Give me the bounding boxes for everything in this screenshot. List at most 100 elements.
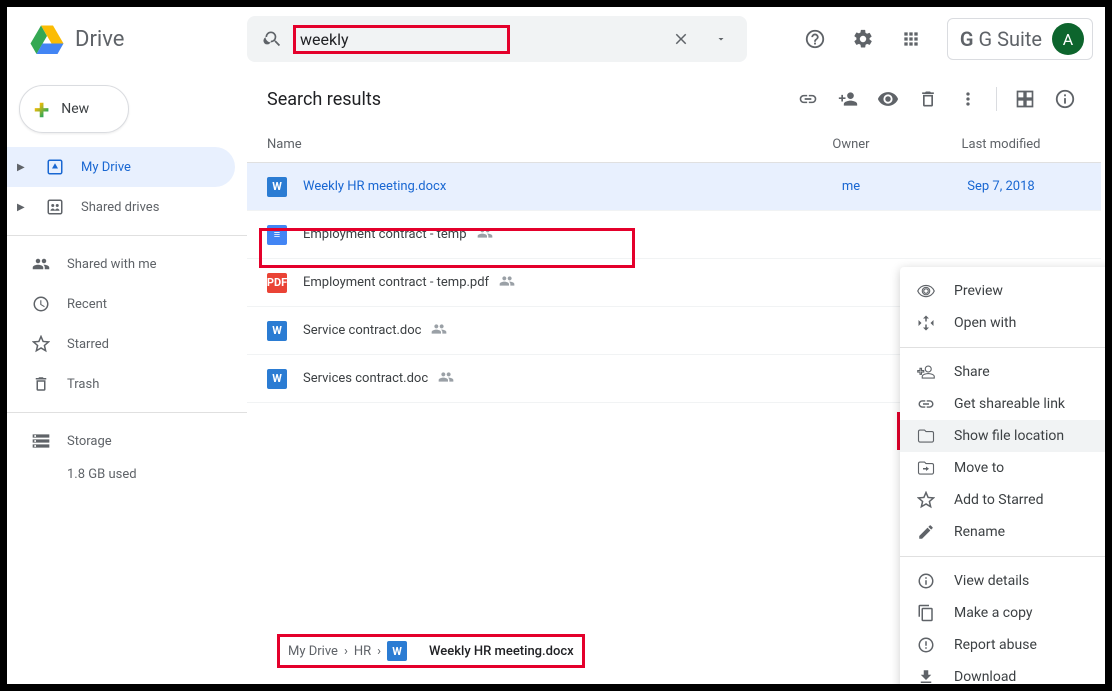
share-icon[interactable]: [828, 79, 868, 119]
menu-item-report-abuse[interactable]: Report abuse: [900, 629, 1105, 661]
sidebar-item-trash[interactable]: Trash: [7, 364, 235, 404]
menu-item-get-shareable-link[interactable]: Get shareable link: [900, 388, 1105, 420]
file-name: Weekly HR meeting.docx: [303, 179, 446, 194]
file-type-icon: W: [267, 369, 287, 389]
info-icon: [916, 571, 936, 591]
sidebar-item-my-drive[interactable]: ▶ My Drive: [7, 147, 235, 187]
file-row[interactable]: W Weekly HR meeting.docx meSep 7, 2018: [247, 163, 1101, 211]
menu-item-share[interactable]: Share: [900, 356, 1105, 388]
nav-label: Trash: [67, 377, 99, 392]
breadcrumb-folder[interactable]: HR: [354, 644, 371, 659]
app-name: Drive: [75, 27, 124, 52]
delete-icon[interactable]: [908, 79, 948, 119]
menu-label: Report abuse: [954, 637, 1037, 653]
drive-icon: [45, 157, 65, 177]
menu-item-make-a-copy[interactable]: Make a copy: [900, 597, 1105, 629]
search-options-icon[interactable]: [701, 19, 741, 59]
gsuite-badge[interactable]: G G Suite A: [947, 18, 1093, 60]
caret-icon: ▶: [17, 162, 29, 173]
search-bar[interactable]: [247, 16, 747, 62]
personadd-icon: [916, 362, 936, 382]
nav-label: Starred: [67, 337, 109, 352]
file-modified: Sep 7, 2018: [921, 179, 1081, 194]
menu-item-add-to-starred[interactable]: Add to Starred: [900, 484, 1105, 516]
menu-item-open-with[interactable]: Open with›: [900, 307, 1105, 339]
storage-used: 1.8 GB used: [7, 467, 247, 482]
link-icon: [916, 394, 936, 414]
sidebar-item-shared-with-me[interactable]: Shared with me: [7, 244, 235, 284]
sidebar-item-starred[interactable]: Starred: [7, 324, 235, 364]
caret-icon: ▶: [17, 202, 29, 213]
chevron-right-icon: ›: [377, 644, 381, 659]
col-header-owner[interactable]: Owner: [781, 137, 921, 152]
grid-view-icon[interactable]: [1005, 79, 1045, 119]
star-icon: [916, 490, 936, 510]
file-row[interactable]: ≡ Employment contract - temp: [247, 211, 1101, 259]
folder-icon: [916, 426, 936, 446]
trash-icon: [31, 374, 51, 394]
word-file-icon: W: [387, 641, 407, 661]
nav-label: My Drive: [81, 160, 131, 175]
chevron-right-icon: ›: [344, 644, 348, 659]
breadcrumb: My Drive › HR › W Weekly HR meeting.docx: [267, 628, 595, 674]
nav-label: Shared drives: [81, 200, 159, 215]
logo-area[interactable]: Drive: [19, 19, 239, 59]
new-button[interactable]: +New: [19, 85, 129, 133]
sidebar-item-recent[interactable]: Recent: [7, 284, 235, 324]
menu-item-download[interactable]: Download: [900, 661, 1105, 684]
storage-label: Storage: [67, 434, 112, 449]
menu-label: Get shareable link: [954, 396, 1065, 412]
menu-label: Make a copy: [954, 605, 1033, 621]
shared-icon: [438, 369, 454, 389]
report-icon: [916, 635, 936, 655]
file-owner: me: [781, 179, 921, 194]
context-menu: Preview Open with› Share Get shareable link…: [900, 267, 1105, 684]
shared-drive-icon: [45, 197, 65, 217]
eye-icon: [916, 281, 936, 301]
col-header-mod[interactable]: Last modified: [921, 137, 1081, 152]
menu-label: Download: [954, 669, 1016, 684]
menu-item-view-details[interactable]: View details: [900, 565, 1105, 597]
shared-icon: [477, 225, 493, 245]
settings-icon[interactable]: [843, 19, 883, 59]
menu-item-move-to[interactable]: Move to: [900, 452, 1105, 484]
drive-logo-icon: [27, 19, 67, 59]
apps-icon[interactable]: [891, 19, 931, 59]
menu-item-show-file-location[interactable]: Show file location: [900, 420, 1105, 452]
clock-icon: [31, 294, 51, 314]
file-type-icon: ≡: [267, 225, 287, 245]
file-name: Service contract.doc: [303, 323, 421, 338]
menu-label: Share: [954, 364, 990, 380]
menu-item-rename[interactable]: Rename: [900, 516, 1105, 548]
storage-icon: [31, 431, 51, 451]
info-icon[interactable]: [1045, 79, 1085, 119]
copy-icon: [916, 603, 936, 623]
search-input[interactable]: [300, 30, 503, 49]
file-type-icon: W: [267, 321, 287, 341]
plus-icon: +: [34, 93, 49, 126]
col-header-name[interactable]: Name: [267, 137, 781, 152]
help-icon[interactable]: [795, 19, 835, 59]
search-icon: [253, 19, 293, 59]
file-type-icon: W: [267, 177, 287, 197]
menu-label: Open with: [954, 315, 1016, 331]
menu-item-preview[interactable]: Preview: [900, 275, 1105, 307]
preview-icon[interactable]: [868, 79, 908, 119]
menu-label: View details: [954, 573, 1029, 589]
sidebar-item-storage[interactable]: Storage: [7, 421, 235, 461]
menu-label: Rename: [954, 524, 1005, 540]
file-name: Services contract.doc: [303, 371, 428, 386]
file-name: Employment contract - temp: [303, 227, 467, 242]
menu-label: Preview: [954, 283, 1003, 299]
page-title: Search results: [267, 89, 788, 110]
file-name: Employment contract - temp.pdf: [303, 275, 489, 290]
menu-label: Add to Starred: [954, 492, 1043, 508]
sidebar-item-shared-drives[interactable]: ▶ Shared drives: [7, 187, 235, 227]
people-icon: [31, 254, 51, 274]
clear-search-icon[interactable]: [661, 19, 701, 59]
link-icon[interactable]: [788, 79, 828, 119]
more-icon[interactable]: [948, 79, 988, 119]
breadcrumb-root[interactable]: My Drive: [288, 644, 338, 659]
avatar[interactable]: A: [1052, 23, 1084, 55]
download-icon: [916, 667, 936, 684]
